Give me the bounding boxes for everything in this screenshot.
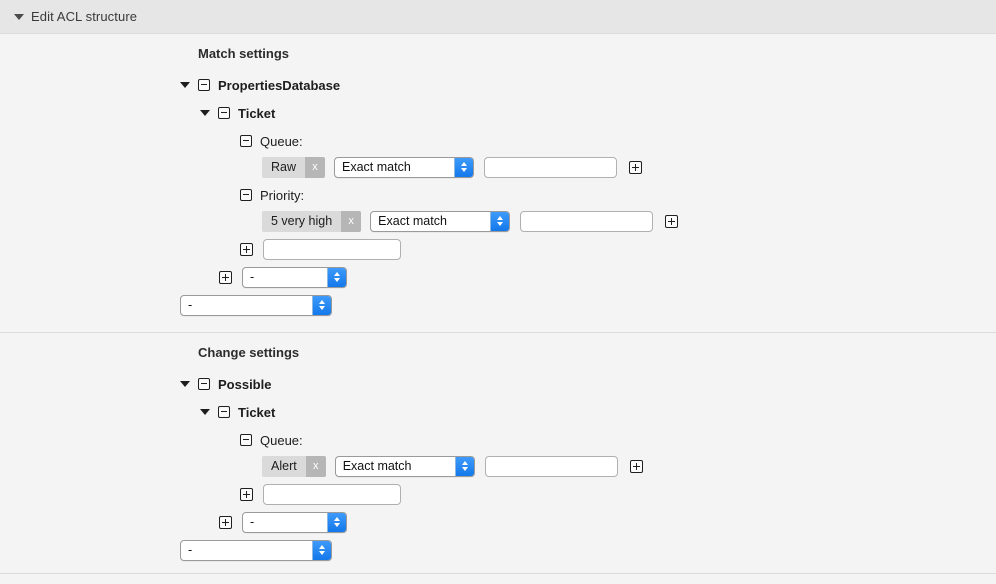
- add-field-button[interactable]: [240, 488, 253, 501]
- add-child-button[interactable]: [219, 516, 232, 529]
- field-label: Queue:: [260, 134, 303, 149]
- tree-node-child[interactable]: Ticket: [0, 401, 996, 423]
- value-tag-label: Alert: [262, 456, 306, 477]
- new-child-select-value: -: [243, 268, 278, 287]
- section-match-settings: Match settings PropertiesDatabase Ticket…: [0, 34, 996, 332]
- minus-box-icon[interactable]: [198, 79, 210, 91]
- add-value-button[interactable]: [665, 215, 678, 228]
- tree-node-child[interactable]: Ticket: [0, 102, 996, 124]
- add-value-button[interactable]: [629, 161, 642, 174]
- new-child-select[interactable]: -: [242, 512, 347, 533]
- add-child-button[interactable]: [219, 271, 232, 284]
- new-field-input[interactable]: [263, 484, 401, 505]
- add-field-button[interactable]: [240, 243, 253, 256]
- new-child-row: -: [0, 266, 996, 288]
- field-value-input[interactable]: [520, 211, 653, 232]
- value-tag: 5 very high x: [262, 211, 361, 232]
- up-down-chevron-icon[interactable]: [455, 457, 474, 476]
- new-field-row: [0, 483, 996, 505]
- triangle-down-icon[interactable]: [200, 409, 210, 415]
- tree-node-label: Ticket: [238, 106, 275, 121]
- minus-box-icon[interactable]: [240, 135, 252, 147]
- minus-box-icon[interactable]: [218, 406, 230, 418]
- widget-title: Edit ACL structure: [31, 9, 137, 24]
- field-header-queue[interactable]: Queue:: [0, 429, 996, 451]
- add-value-button[interactable]: [630, 460, 643, 473]
- tree-node-root[interactable]: Possible: [0, 373, 996, 395]
- widget-header[interactable]: Edit ACL structure: [0, 0, 996, 34]
- value-tag-label: Raw: [262, 157, 305, 178]
- up-down-chevron-icon[interactable]: [490, 212, 509, 231]
- tree-node-label: PropertiesDatabase: [218, 78, 340, 93]
- new-field-input[interactable]: [263, 239, 401, 260]
- field-value-row-queue: Alert x Exact match: [0, 455, 996, 477]
- new-root-row: -: [0, 294, 996, 316]
- field-label: Queue:: [260, 433, 303, 448]
- field-value-row-queue: Raw x Exact match: [0, 156, 996, 178]
- triangle-down-icon[interactable]: [180, 381, 190, 387]
- new-child-row: -: [0, 511, 996, 533]
- field-header-priority[interactable]: Priority:: [0, 184, 996, 206]
- field-header-queue[interactable]: Queue:: [0, 130, 996, 152]
- up-down-chevron-icon[interactable]: [454, 158, 473, 177]
- section-title: Change settings: [0, 345, 996, 360]
- match-type-select[interactable]: Exact match: [334, 157, 474, 178]
- section-change-settings: Change settings Possible Ticket Queue: A…: [0, 332, 996, 584]
- value-tag: Raw x: [262, 157, 325, 178]
- match-type-select-value: Exact match: [371, 212, 471, 231]
- new-root-select-value: -: [181, 296, 216, 315]
- minus-box-icon[interactable]: [240, 434, 252, 446]
- tree-node-label: Possible: [218, 377, 271, 392]
- remove-tag-button[interactable]: x: [306, 456, 326, 477]
- bottom-divider: [0, 573, 996, 574]
- value-tag-label: 5 very high: [262, 211, 341, 232]
- field-value-input[interactable]: [484, 157, 617, 178]
- match-type-select-value: Exact match: [335, 158, 435, 177]
- tree-node-root[interactable]: PropertiesDatabase: [0, 74, 996, 96]
- triangle-down-icon[interactable]: [14, 14, 24, 20]
- new-root-select[interactable]: -: [180, 295, 332, 316]
- match-type-select[interactable]: Exact match: [335, 456, 475, 477]
- triangle-down-icon[interactable]: [180, 82, 190, 88]
- new-root-row: -: [0, 539, 996, 561]
- new-root-select-value: -: [181, 541, 216, 560]
- minus-box-icon[interactable]: [198, 378, 210, 390]
- acl-structure-content: Match settings PropertiesDatabase Ticket…: [0, 34, 996, 584]
- minus-box-icon[interactable]: [218, 107, 230, 119]
- up-down-chevron-icon[interactable]: [327, 513, 346, 532]
- remove-tag-button[interactable]: x: [341, 211, 361, 232]
- field-value-row-priority: 5 very high x Exact match: [0, 210, 996, 232]
- new-child-select[interactable]: -: [242, 267, 347, 288]
- value-tag: Alert x: [262, 456, 326, 477]
- new-root-select[interactable]: -: [180, 540, 332, 561]
- field-label: Priority:: [260, 188, 304, 203]
- minus-box-icon[interactable]: [240, 189, 252, 201]
- triangle-down-icon[interactable]: [200, 110, 210, 116]
- new-child-select-value: -: [243, 513, 278, 532]
- new-field-row: [0, 238, 996, 260]
- up-down-chevron-icon[interactable]: [327, 268, 346, 287]
- up-down-chevron-icon[interactable]: [312, 296, 331, 315]
- match-type-select-value: Exact match: [336, 457, 436, 476]
- tree-node-label: Ticket: [238, 405, 275, 420]
- section-title: Match settings: [0, 46, 996, 61]
- match-type-select[interactable]: Exact match: [370, 211, 510, 232]
- remove-tag-button[interactable]: x: [305, 157, 325, 178]
- up-down-chevron-icon[interactable]: [312, 541, 331, 560]
- field-value-input[interactable]: [485, 456, 618, 477]
